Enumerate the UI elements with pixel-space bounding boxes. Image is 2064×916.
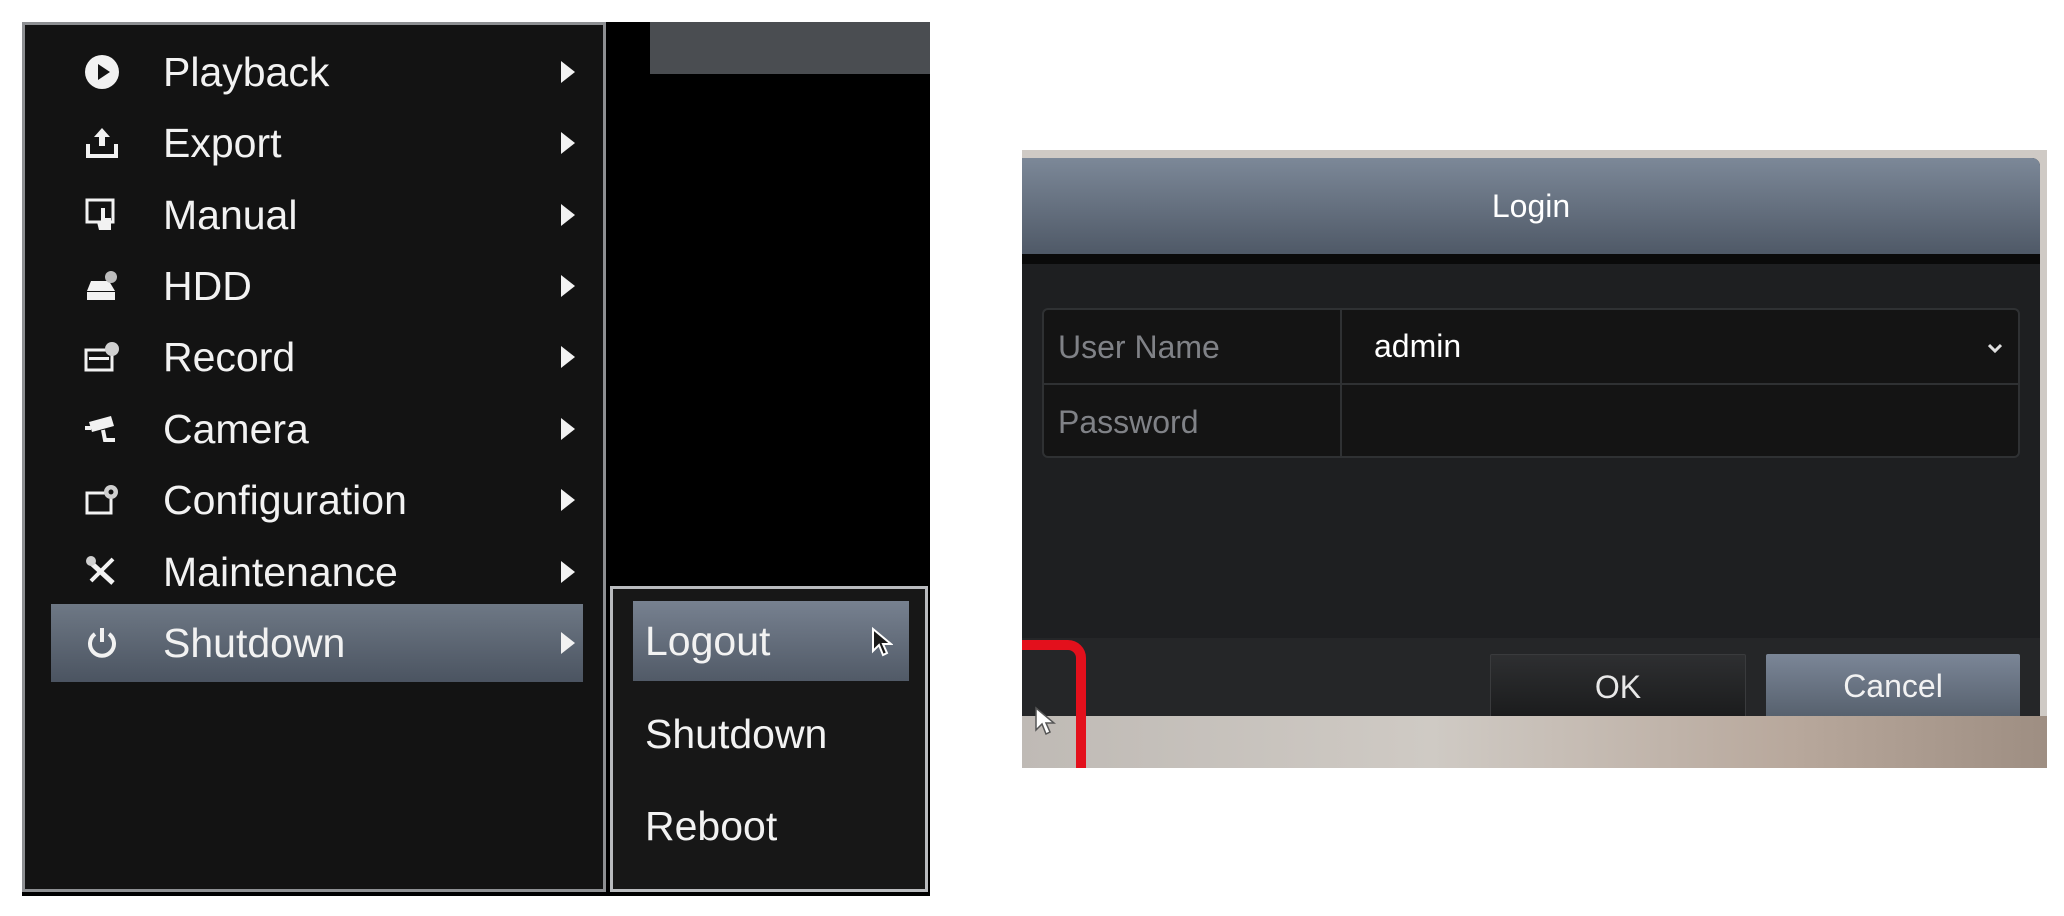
user-name-label: User Name: [1058, 329, 1220, 365]
password-field[interactable]: [1344, 385, 2018, 460]
menu-item-manual[interactable]: Manual: [25, 176, 603, 254]
chevron-right-icon: [561, 346, 575, 368]
login-dialog: Login User Name admin Password OK Cancel: [1022, 158, 2040, 758]
menu-item-label: Camera: [163, 405, 309, 452]
background-video-strip: [650, 22, 930, 74]
menu-item-hdd[interactable]: HDD: [25, 247, 603, 325]
hdd-icon: [81, 265, 123, 307]
menu-item-record[interactable]: Record: [25, 318, 603, 396]
menu-item-shutdown[interactable]: Shutdown: [51, 604, 583, 682]
menu-item-maintenance[interactable]: Maintenance: [25, 533, 603, 611]
menu-item-label: Maintenance: [163, 548, 398, 595]
play-icon: [81, 51, 123, 93]
password-row: Password: [1044, 385, 2018, 460]
export-icon: [81, 122, 123, 164]
menu-item-label: Playback: [163, 48, 330, 95]
password-label: Password: [1058, 404, 1199, 440]
menu-item-label: Shutdown: [163, 619, 346, 666]
chevron-right-icon: [561, 275, 575, 297]
dvr-menu-screen: Playback Export Manual HDD Record Camera…: [22, 22, 930, 896]
chevron-right-icon: [561, 61, 575, 83]
menu-item-export[interactable]: Export: [25, 104, 603, 182]
power-icon: [81, 622, 123, 664]
chevron-down-icon: [1987, 340, 2003, 358]
record-icon: [81, 336, 123, 378]
menu-item-playback[interactable]: Playback: [25, 33, 603, 111]
background-video-strip: [1022, 716, 2047, 768]
chevron-right-icon: [561, 561, 575, 583]
chevron-right-icon: [561, 489, 575, 511]
dialog-title: Login: [1491, 188, 1571, 224]
chevron-right-icon: [561, 132, 575, 154]
menu-item-label: HDD: [163, 262, 252, 309]
user-name-row: User Name admin: [1044, 310, 2018, 385]
ok-button[interactable]: OK: [1490, 654, 1746, 720]
submenu-item-label: Reboot: [645, 802, 778, 849]
menu-item-label: Record: [163, 333, 296, 380]
chevron-right-icon: [561, 204, 575, 226]
menu-item-label: Export: [163, 119, 282, 166]
column-divider: [1340, 310, 1342, 456]
menu-item-configuration[interactable]: Configuration: [25, 461, 603, 539]
menu-item-label: Configuration: [163, 476, 407, 523]
configuration-icon: [81, 479, 123, 521]
main-menu: Playback Export Manual HDD Record Camera…: [22, 22, 606, 892]
submenu-item-logout[interactable]: Logout: [633, 601, 909, 681]
dialog-header: Login: [1022, 158, 2040, 264]
chevron-right-icon: [561, 418, 575, 440]
login-screen: Login User Name admin Password OK Cancel: [1022, 150, 2047, 768]
manual-icon: [81, 194, 123, 236]
mouse-cursor-icon: [1034, 706, 1057, 741]
chevron-right-icon: [561, 632, 575, 654]
user-name-select[interactable]: admin: [1342, 310, 2018, 383]
maintenance-icon: [81, 551, 123, 593]
cancel-button[interactable]: Cancel: [1766, 654, 2020, 718]
shutdown-submenu: Logout Shutdown Reboot: [610, 586, 928, 892]
user-name-value: admin: [1374, 328, 1462, 364]
camera-icon: [81, 408, 123, 450]
submenu-item-label: Shutdown: [645, 710, 828, 757]
menu-item-camera[interactable]: Camera: [25, 390, 603, 468]
submenu-item-label: Logout: [645, 617, 771, 664]
annotation-red-frame: [1022, 640, 1086, 768]
login-form: User Name admin Password: [1042, 308, 2020, 460]
submenu-item-reboot[interactable]: Reboot: [633, 786, 909, 866]
mouse-cursor-icon: [871, 626, 894, 662]
submenu-item-shutdown[interactable]: Shutdown: [633, 694, 909, 774]
menu-item-label: Manual: [163, 191, 298, 238]
